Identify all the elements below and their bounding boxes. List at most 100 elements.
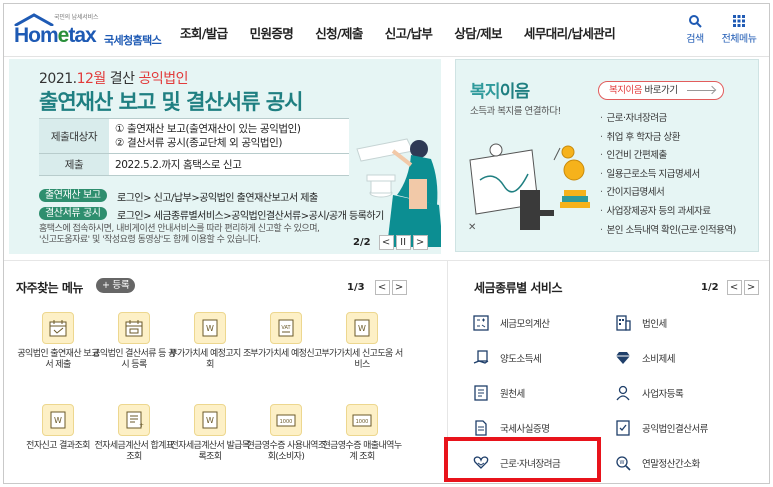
frequent-item-contribution-report[interactable]: 공익법인 출연재산 보고서 제출 [16, 312, 100, 371]
site-header: 국민의 납세서비스 Hometax 국세청홈택스 조회/발급 민원증명 신청/제… [4, 4, 769, 57]
logo-wordmark: Hometax [14, 24, 97, 47]
tax-service-title: 세금종류별 서비스 [474, 281, 563, 295]
person-icon [616, 385, 630, 401]
banner-headline-main: 출연재산 보고 및 결산서류 공시 [39, 90, 303, 114]
svg-text:W: W [358, 324, 366, 333]
tax-item-year-end-settlement[interactable]: W 연말정산간소화 [612, 450, 700, 476]
welfare-list: 근로·자녀장려금 취업 후 학자금 상환 인건비 간편제출 일용근로소득 지급명… [600, 110, 737, 241]
frequent-item-e-filing-result[interactable]: W 전자신고 결과조회 [16, 404, 100, 452]
welfare-shortcut-button[interactable]: 복지이음 바로가기 [598, 81, 724, 100]
frequent-item-label: 부가가치세 예정고지 조회 [169, 349, 251, 370]
won-document-icon: W [354, 319, 370, 337]
svg-text:W: W [206, 324, 214, 333]
welfare-item-daily-wage[interactable]: 일용근로소득 지급명세서 [600, 166, 736, 185]
calculator-icon [473, 315, 489, 331]
frequent-menu-title: 자주찾는 메뉴 [16, 281, 83, 295]
search-label: 검색 [686, 34, 704, 45]
banner-table-head-submit: 제출 [39, 153, 109, 176]
tax-item-corporate[interactable]: 법인세 [612, 310, 667, 336]
frequent-item-label: 공익법인 출연재산 보고서 제출 [17, 349, 99, 370]
check-document-icon [616, 420, 630, 436]
frequent-item-vat-help[interactable]: W 부가가치세 신고도움 서비스 [320, 312, 404, 371]
nav-item-report-pay[interactable]: 신고/납부 [385, 23, 433, 42]
welfare-item-labor-cost[interactable]: 인건비 간편제출 [600, 147, 736, 166]
receipt-icon [474, 385, 488, 401]
tax-item-simulation[interactable]: 세금모의계산 [470, 310, 550, 336]
welfare-panel: 복지이음 소득과 복지를 연결하다! 복지이음 바로가기 ✕ 근로·자녀장려금 … [455, 59, 759, 252]
frequent-item-label: 전자신고 결과조회 [26, 441, 90, 451]
tax-next-button[interactable]: > [743, 280, 759, 295]
banner-note: 홈택스에 접속하시면, 내비게이션 안내서비스를 따라 편리하게 신고할 수 있… [39, 224, 320, 245]
welfare-item-business-provider[interactable]: 사업장제공자 등의 과세자료 [600, 203, 736, 222]
notice-banner[interactable]: 2021.12월 결산 공익법인 출연재산 보고 및 결산서류 공시 제출대상자… [9, 59, 441, 254]
svg-text:W: W [206, 416, 214, 425]
invoice-icon: + [126, 411, 144, 429]
banner-prev-button[interactable]: < [378, 235, 394, 250]
svg-text:1000: 1000 [356, 419, 369, 425]
welfare-illustration: ✕ [468, 143, 590, 233]
won-document-icon: W [50, 411, 66, 429]
highlight-box [444, 437, 601, 482]
frequent-item-vat-notice[interactable]: W 부가가치세 예정고지 조회 [168, 312, 252, 371]
won-document-icon: W [202, 411, 218, 429]
tax-item-business-registration[interactable]: 사업자등록 [612, 380, 684, 406]
nav-item-apply[interactable]: 신청/제출 [315, 23, 363, 42]
calendar-icon [125, 320, 143, 337]
logo-korean-name: 국세청홈택스 [104, 34, 162, 47]
nav-item-agent[interactable]: 세무대리/납세관리 [524, 23, 616, 42]
banner-tag-contribution-report: 출연재산 보고 [39, 189, 107, 202]
vat-document-icon: VAT [278, 319, 294, 337]
banner-tag-settlement-disclosure: 결산서류 공시 [39, 207, 107, 220]
welfare-item-income-check[interactable]: 본인 소득내역 확인(근로·인적용역) [600, 222, 737, 241]
nav-item-inquiry[interactable]: 조회/발급 [180, 23, 228, 42]
receipt-1000-icon: 1000 [276, 414, 296, 427]
frequent-prev-button[interactable]: < [374, 280, 390, 295]
hand-document-icon [473, 350, 489, 364]
banner-tag-settlement-path: 로그인> 세금종류별서비스>공익법인결산서류>공시/공개 등록하기 [117, 211, 384, 222]
tax-item-withholding[interactable]: 원천세 [470, 380, 525, 406]
frequent-item-label: 현금영수증 사용내역조회(소비자) [246, 441, 326, 462]
frequent-item-settlement-disclosure[interactable]: 공익법인 결산서류 등 공시 등록 [92, 312, 176, 371]
grid-menu-icon [733, 15, 745, 27]
tax-service-pager: 1/2 < > [701, 280, 759, 295]
building-icon [616, 315, 631, 331]
frequent-item-vat-prelim-report[interactable]: VAT 부가가치세 예정신고 [244, 312, 328, 360]
logo-tagline: 국민의 납세서비스 [54, 14, 99, 21]
frequent-item-invoice-list[interactable]: W 전자세금계산서 발급목록조회 [168, 404, 252, 463]
svg-text:✕: ✕ [468, 222, 476, 233]
nav-item-consult[interactable]: 상담/제보 [454, 23, 502, 42]
banner-next-button[interactable]: > [412, 235, 428, 250]
banner-tag-contribution-path: 로그인> 신고/납부>공익법인 출연재산보고서 제출 [117, 193, 318, 204]
frequent-item-label: 부가가치세 신고도움 서비스 [321, 349, 403, 370]
nav-item-certificate[interactable]: 민원증명 [250, 23, 294, 42]
hometax-logo[interactable]: 국민의 납세서비스 Hometax 국세청홈택스 [12, 12, 162, 50]
welfare-title: 복지이음 [470, 82, 530, 102]
frequent-menu-pager: 1/3 < > [347, 280, 407, 295]
frequent-item-label: 전자세금계산서 발급목록조회 [170, 441, 250, 462]
frequent-item-label: 전자세금계산서 합계표조회 [94, 441, 174, 462]
frequent-item-cash-receipt-consumer[interactable]: 1000 현금영수증 사용내역조회(소비자) [244, 404, 328, 463]
frequent-page-indicator: 1/3 [347, 282, 365, 293]
welfare-item-earned-income-credit[interactable]: 근로·자녀장려금 [600, 110, 736, 129]
welfare-item-simple-payment[interactable]: 간이지급명세서 [600, 184, 736, 203]
banner-table-cell-target: ① 출연재산 보고(출연재산이 있는 공익법인) ② 결산서류 공시(종교단체 … [109, 118, 349, 154]
tax-item-public-corp-settlement[interactable]: 공익법인결산서류 [612, 415, 708, 441]
svg-text:+: + [139, 422, 144, 429]
welfare-item-student-loan[interactable]: 취업 후 학자금 상환 [600, 129, 736, 148]
banner-pause-button[interactable]: II [395, 235, 411, 250]
search-button[interactable]: 검색 [672, 14, 718, 45]
tax-item-transfer-income[interactable]: 양도소득세 [470, 345, 542, 371]
welfare-subtitle: 소득과 복지를 연결하다! [470, 106, 561, 117]
woman-with-papers-illustration [356, 138, 441, 247]
banner-headline-top: 2021.12월 결산 공익법인 [39, 71, 188, 87]
frequent-next-button[interactable]: > [391, 280, 407, 295]
arrow-right-icon [687, 90, 715, 91]
tax-item-consumption[interactable]: 소비제세 [612, 345, 675, 371]
svg-text:1000: 1000 [280, 419, 293, 425]
all-menu-button[interactable]: 전체메뉴 [716, 14, 762, 45]
frequent-item-cash-receipt-sales[interactable]: 1000 현금영수증 매출내역누계 조회 [320, 404, 404, 463]
tax-prev-button[interactable]: < [726, 280, 742, 295]
add-favorite-button[interactable]: + 등록 [96, 278, 136, 293]
section-divider [4, 260, 769, 261]
frequent-item-invoice-summary[interactable]: + 전자세금계산서 합계표조회 [92, 404, 176, 463]
